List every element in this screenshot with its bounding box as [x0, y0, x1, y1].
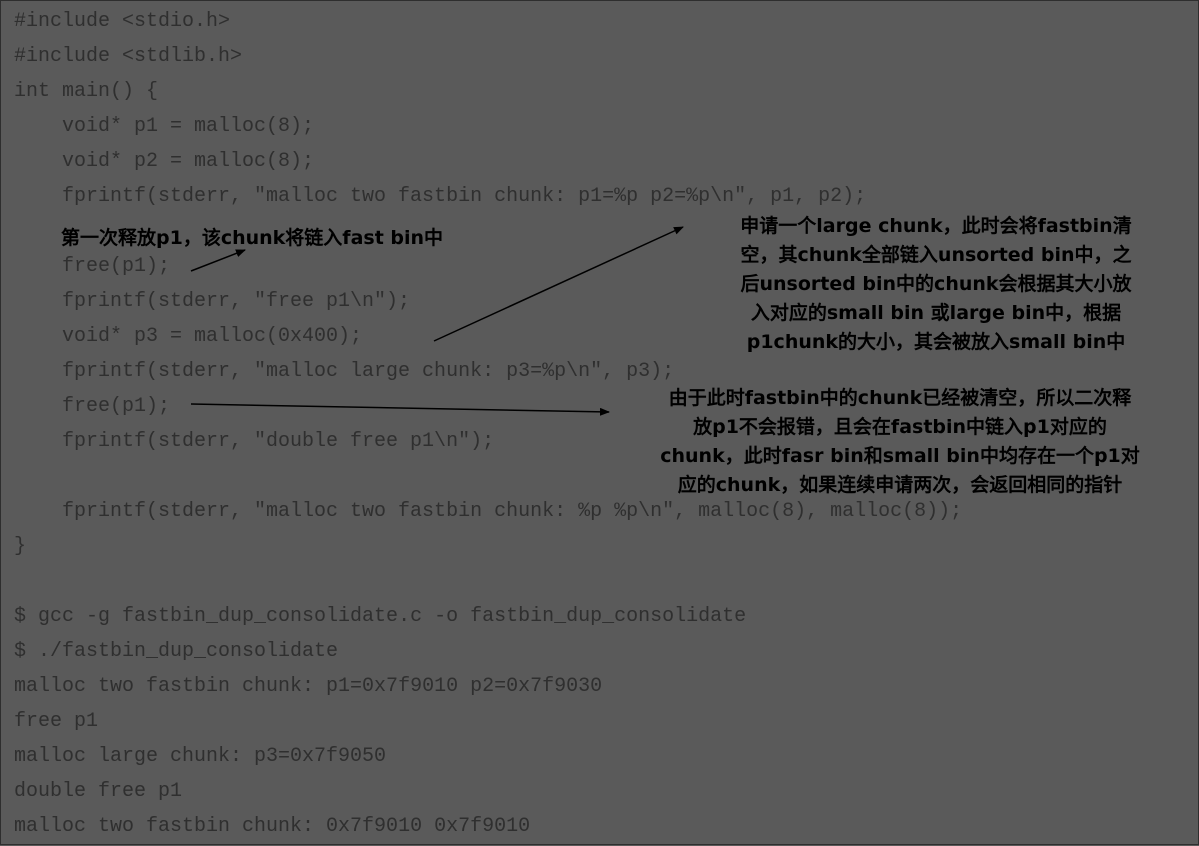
annotation-large-malloc: 申请一个large chunk，此时会将fastbin清 空，其chunk全部链… [701, 212, 1171, 357]
arrow-first-free [190, 249, 246, 272]
annotation-line: 入对应的small bin 或large bin中，根据 [750, 302, 1122, 324]
annotation-line: 应的chunk，如果连续申请两次，会返回相同的指针 [677, 474, 1123, 496]
terminal-line: $ ./fastbin_dup_consolidate [14, 640, 339, 663]
terminal-line: $ gcc -g fastbin_dup_consolidate.c -o fa… [14, 605, 747, 628]
terminal-line: free p1 [14, 710, 99, 733]
code-line: fprintf(stderr, "malloc two fastbin chun… [62, 500, 963, 523]
code-line: void* p1 = malloc(8); [62, 115, 315, 138]
annotation-line: 后unsorted bin中的chunk会根据其大小放 [740, 273, 1132, 295]
code-line: fprintf(stderr, "free p1\n"); [62, 290, 411, 313]
annotation-line: chunk，此时fasr bin和small bin中均存在一个p1对 [660, 445, 1140, 467]
code-line: #include <stdlib.h> [14, 45, 243, 68]
annotation-first-free: 第一次释放p1，该chunk将链入fast bin中 [61, 227, 444, 249]
code-line: fprintf(stderr, "malloc two fastbin chun… [62, 185, 867, 208]
code-line: } [14, 535, 27, 558]
annotation-line: 放p1不会报错，且会在fastbin中链入p1对应的 [693, 416, 1107, 438]
arrow-large-malloc [433, 226, 684, 342]
terminal-line: malloc large chunk: p3=0x7f9050 [14, 745, 387, 768]
terminal-line: malloc two fastbin chunk: 0x7f9010 0x7f9… [14, 815, 531, 838]
code-line: fprintf(stderr, "malloc large chunk: p3=… [62, 360, 675, 383]
code-line: fprintf(stderr, "double free p1\n"); [62, 430, 495, 453]
arrow-second-free [190, 403, 610, 416]
annotation-line: 申请一个large chunk，此时会将fastbin清 [740, 215, 1132, 237]
annotation-line: 空，其chunk全部链入unsorted bin中，之 [740, 244, 1132, 266]
annotation-line: 由于此时fastbin中的chunk已经被清空，所以二次释 [668, 387, 1132, 409]
code-line: #include <stdio.h> [14, 10, 231, 33]
code-figure: #include <stdio.h> #include <stdlib.h> i… [0, 0, 1199, 845]
terminal-line: double free p1 [14, 780, 183, 803]
annotation-line: p1chunk的大小，其会被放入small bin中 [746, 331, 1126, 353]
code-line: free(p1); [62, 255, 171, 278]
code-line: free(p1); [62, 395, 171, 418]
annotation-second-free: 由于此时fastbin中的chunk已经被清空，所以二次释 放p1不会报错，且会… [609, 384, 1191, 500]
code-line: void* p3 = malloc(0x400); [62, 325, 363, 348]
terminal-line: malloc two fastbin chunk: p1=0x7f9010 p2… [14, 675, 603, 698]
code-line: void* p2 = malloc(8); [62, 150, 315, 173]
code-line: int main() { [14, 80, 159, 103]
